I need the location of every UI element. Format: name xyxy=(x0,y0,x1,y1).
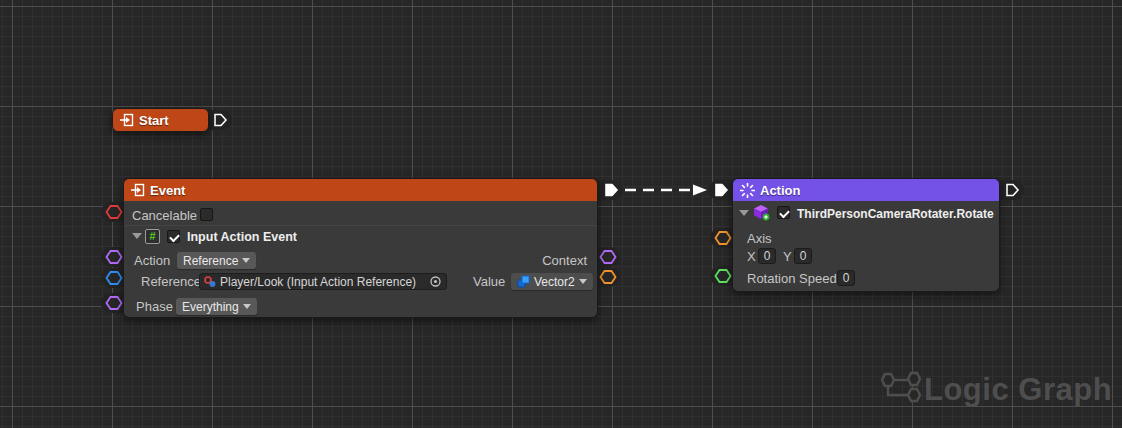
hex-port-icon xyxy=(105,270,123,286)
chevron-down-icon xyxy=(243,304,251,309)
flow-port-icon xyxy=(1004,182,1020,198)
axis-y-label: Y xyxy=(783,248,792,265)
action-label: Action xyxy=(134,252,170,269)
phase-label: Phase xyxy=(136,298,173,315)
event-foldout-icon[interactable] xyxy=(132,233,142,239)
phase-dropdown[interactable]: Everything xyxy=(176,298,257,315)
chevron-down-icon xyxy=(242,258,250,263)
action-node-title: Action xyxy=(760,183,800,198)
event-flow-output-port[interactable] xyxy=(597,180,623,200)
logic-graph-canvas: { "watermark": { "text": "Logic Graph" }… xyxy=(0,0,1122,428)
event-subtitle: Input Action Event xyxy=(187,229,297,246)
flow-port-icon xyxy=(713,182,729,198)
reference-value: Player/Look (Input Action Reference) xyxy=(220,275,416,289)
phase-dropdown-value: Everything xyxy=(182,300,239,314)
event-icon xyxy=(120,113,134,127)
action-flow-input-port[interactable] xyxy=(708,180,734,200)
action-dropdown-value: Reference xyxy=(183,254,238,268)
chevron-down-icon xyxy=(579,279,587,284)
axis-x-field[interactable]: 0 xyxy=(758,248,776,264)
cancelable-checkbox[interactable] xyxy=(200,208,213,221)
flow-port-icon xyxy=(603,182,619,198)
reference-label: Reference xyxy=(141,273,201,290)
hex-port-icon xyxy=(599,269,617,285)
rotation-speed-field[interactable]: 0 xyxy=(837,270,855,286)
value-dropdown-value: Vector2 xyxy=(534,275,575,289)
axis-label: Axis xyxy=(747,230,772,247)
start-node[interactable]: Start xyxy=(112,108,209,132)
rotation-speed-label: Rotation Speed xyxy=(747,270,837,287)
hex-port-icon xyxy=(105,249,123,265)
hex-port-icon xyxy=(105,295,123,311)
event-icon xyxy=(131,183,145,197)
value-dropdown[interactable]: Vector2 xyxy=(511,273,593,290)
hex-port-icon xyxy=(105,204,123,220)
action-subtitle: ThirdPersonCameraRotater.Rotate xyxy=(797,206,994,223)
axis-x-label: X xyxy=(747,248,756,265)
hex-port-icon xyxy=(714,230,732,246)
start-node-title: Start xyxy=(139,113,169,128)
action-foldout-icon[interactable] xyxy=(739,210,749,216)
action-dropdown[interactable]: Reference xyxy=(177,252,256,269)
flow-port-icon xyxy=(212,112,228,128)
action-sparkle-icon xyxy=(740,183,755,198)
start-output-port[interactable] xyxy=(206,110,232,130)
logic-graph-watermark: Logic Graph xyxy=(924,372,1112,408)
logic-graph-logo-icon xyxy=(877,369,925,409)
flow-connection-edge[interactable] xyxy=(623,182,711,198)
event-node-title: Event xyxy=(150,183,185,198)
vector2-icon xyxy=(517,275,530,288)
cancelable-label: Cancelable xyxy=(132,207,197,224)
action-flow-output-port[interactable] xyxy=(998,180,1024,200)
axis-y-field[interactable]: 0 xyxy=(794,248,812,264)
action-node[interactable]: Action ThirdPersonCameraRotater.Rotate A… xyxy=(732,178,1000,292)
hex-port-icon xyxy=(599,249,617,265)
object-picker-icon[interactable] xyxy=(429,275,442,288)
script-icon xyxy=(753,204,770,221)
value-label: Value xyxy=(473,273,505,290)
context-label: Context xyxy=(542,252,587,269)
input-action-checkbox[interactable] xyxy=(167,230,180,243)
hex-port-icon xyxy=(714,268,732,284)
action-checkbox[interactable] xyxy=(777,206,790,219)
input-action-icon: # xyxy=(145,229,160,244)
input-action-reference-icon xyxy=(204,276,216,288)
event-node[interactable]: Event Cancelable # Input Action Event Ac… xyxy=(123,178,598,318)
reference-object-field[interactable]: Player/Look (Input Action Reference) xyxy=(199,273,447,290)
